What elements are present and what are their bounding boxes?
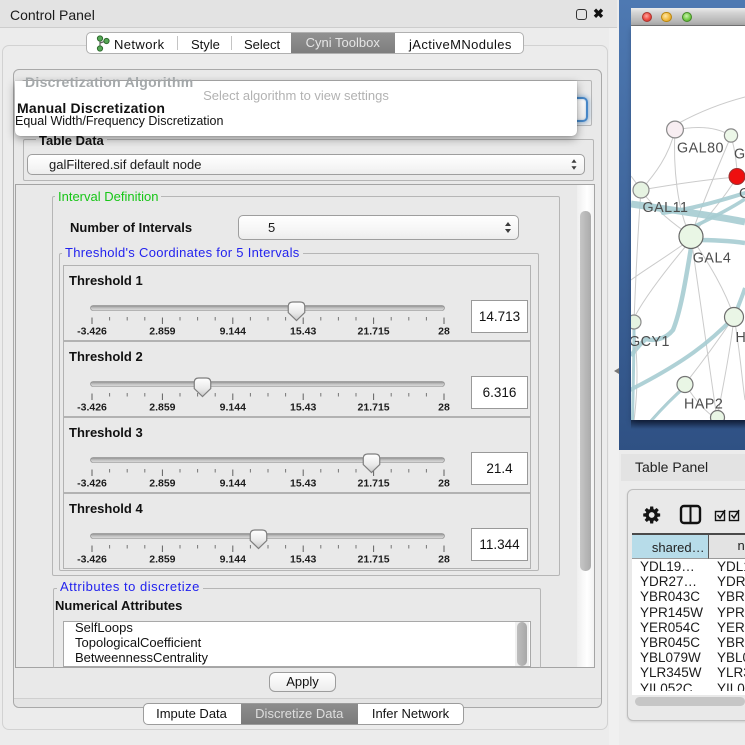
svg-text:GA: GA: [734, 147, 745, 163]
svg-text:GAL4: GAL4: [693, 251, 732, 267]
svg-text:C: C: [739, 186, 745, 202]
svg-text:GCY1: GCY1: [631, 334, 670, 350]
svg-text:2.859: 2.859: [149, 326, 175, 338]
svg-text:-3.426: -3.426: [77, 402, 107, 414]
svg-text:2.859: 2.859: [149, 554, 175, 566]
svg-text:21.715: 21.715: [358, 554, 390, 566]
svg-text:28: 28: [438, 554, 450, 566]
svg-text:28: 28: [438, 478, 450, 490]
svg-text:21.715: 21.715: [358, 402, 390, 414]
svg-text:GAL11: GAL11: [643, 200, 689, 216]
svg-text:28: 28: [438, 402, 450, 414]
svg-text:H: H: [736, 330, 745, 346]
svg-text:HAP2: HAP2: [684, 397, 723, 413]
svg-text:21.715: 21.715: [358, 326, 390, 338]
svg-text:15.43: 15.43: [290, 326, 316, 338]
svg-text:21.715: 21.715: [358, 478, 390, 490]
svg-text:9.144: 9.144: [220, 478, 246, 490]
svg-text:9.144: 9.144: [220, 402, 246, 414]
svg-text:15.43: 15.43: [290, 478, 316, 490]
svg-text:15.43: 15.43: [290, 554, 316, 566]
svg-text:2.859: 2.859: [149, 402, 175, 414]
svg-text:15.43: 15.43: [290, 402, 316, 414]
svg-text:2.859: 2.859: [149, 478, 175, 490]
svg-text:-3.426: -3.426: [77, 326, 107, 338]
svg-text:-3.426: -3.426: [77, 478, 107, 490]
svg-text:9.144: 9.144: [220, 554, 246, 566]
svg-text:9.144: 9.144: [220, 326, 246, 338]
svg-text:-3.426: -3.426: [77, 554, 107, 566]
svg-text:GAL80: GAL80: [677, 141, 724, 157]
svg-text:28: 28: [438, 326, 450, 338]
